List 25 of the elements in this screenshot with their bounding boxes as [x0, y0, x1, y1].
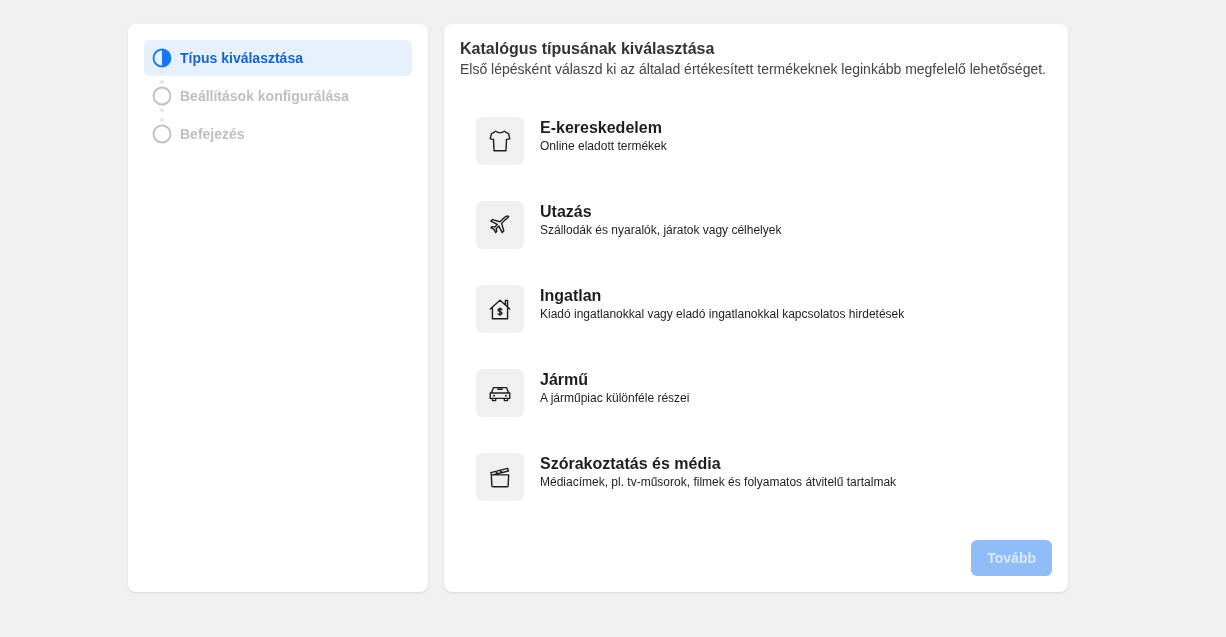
option-title[interactable]: Jármű	[540, 371, 690, 389]
heading: Katalógus típusának kiválasztása	[460, 40, 716, 58]
option-description: Online eladott termékek	[540, 139, 667, 153]
option-title[interactable]: Szórakoztatás és média	[540, 455, 897, 473]
option-icon-tile[interactable]	[476, 453, 524, 501]
option-description: Médiacímek, pl. tv-műsorok, filmek és folyamatos átvitelű tartalmak	[540, 475, 897, 489]
step-label: Típus kiválasztása	[180, 50, 303, 66]
option-title[interactable]: Ingatlan	[540, 287, 905, 305]
option-icon-tile[interactable]	[476, 285, 524, 333]
step-label: Befejezés	[180, 126, 245, 142]
option-description: A járműpiac különféle részei	[540, 391, 690, 405]
empty-circle-icon	[152, 86, 172, 106]
subtitle: Első lépésként válaszd ki az általad értékesített termékeknek leginkább megfelelő lehetőséget.	[460, 61, 1047, 77]
option-icon-tile[interactable]	[476, 117, 524, 165]
option-icon-tile[interactable]	[476, 369, 524, 417]
option-icon-tile[interactable]	[476, 201, 524, 249]
step-label: Beállítások konfigurálása	[180, 88, 349, 104]
half-circle-icon	[152, 48, 172, 68]
option-title[interactable]: E-kereskedelem	[540, 119, 667, 137]
step-item[interactable]: Típus kiválasztása	[144, 40, 412, 76]
option-description: Kiadó ingatlanokkal vagy eladó ingatlanokkal kapcsolatos hirdetések	[540, 307, 905, 321]
option-description: Szállodák és nyaralók, járatok vagy célhelyek	[540, 223, 782, 237]
empty-circle-icon	[152, 124, 172, 144]
shirt-icon	[487, 128, 513, 154]
option-title[interactable]: Utazás	[540, 203, 782, 221]
